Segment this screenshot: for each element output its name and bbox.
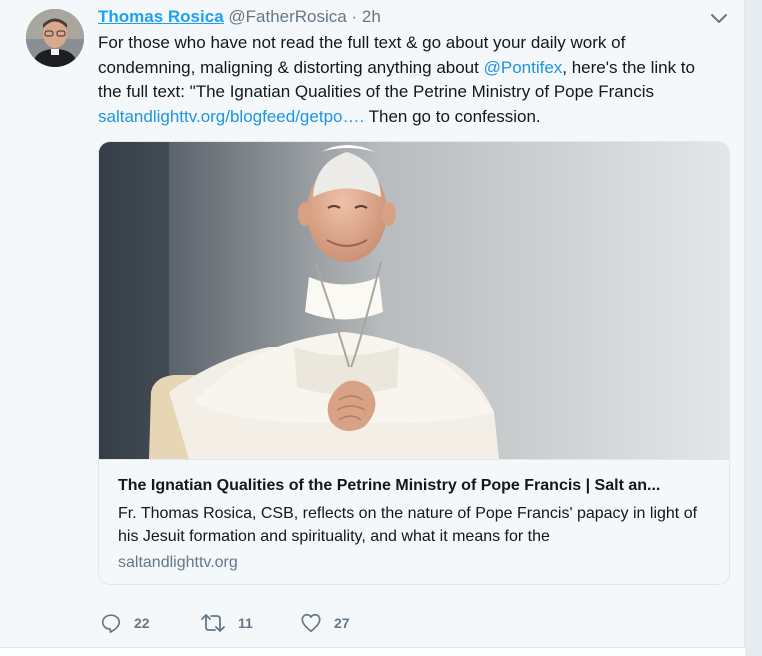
author-handle[interactable]: @FatherRosica bbox=[228, 7, 346, 26]
reply-icon bbox=[101, 614, 121, 633]
card-description: Fr. Thomas Rosica, CSB, reflects on the … bbox=[118, 505, 698, 545]
heart-icon bbox=[301, 613, 321, 633]
tweet[interactable]: Thomas Rosica @FatherRosica · 2h For tho… bbox=[0, 0, 745, 656]
like-button[interactable]: 27 bbox=[300, 610, 350, 636]
author-name[interactable]: Thomas Rosica bbox=[98, 7, 224, 26]
retweet-button[interactable]: 11 bbox=[200, 610, 253, 636]
reply-count: 22 bbox=[134, 615, 150, 631]
separator: · bbox=[346, 7, 362, 26]
mention-link[interactable]: @Pontifex bbox=[484, 58, 563, 77]
tweet-text: For those who have not read the full tex… bbox=[98, 31, 698, 129]
card-image[interactable] bbox=[99, 142, 729, 459]
chevron-down-icon[interactable] bbox=[709, 10, 729, 26]
link-card[interactable]: The Ignatian Qualities of the Petrine Mi… bbox=[98, 141, 730, 585]
card-domain: saltandlighttv.org bbox=[118, 554, 238, 571]
tweet-text-part3: Then go to confession. bbox=[364, 106, 541, 126]
retweet-icon bbox=[201, 614, 225, 632]
card-title[interactable]: The Ignatian Qualities of the Petrine Mi… bbox=[118, 475, 718, 497]
tweet-header: Thomas Rosica @FatherRosica · 2h bbox=[98, 6, 381, 28]
article-link[interactable]: saltandlighttv.org/blogfeed/getpo…. bbox=[98, 107, 364, 126]
retweet-count: 11 bbox=[238, 615, 253, 631]
avatar[interactable] bbox=[26, 9, 84, 67]
timestamp[interactable]: 2h bbox=[362, 7, 381, 26]
like-count: 27 bbox=[334, 615, 350, 631]
card-body: The Ignatian Qualities of the Petrine Mi… bbox=[99, 459, 729, 584]
reply-button[interactable]: 22 bbox=[100, 610, 150, 636]
